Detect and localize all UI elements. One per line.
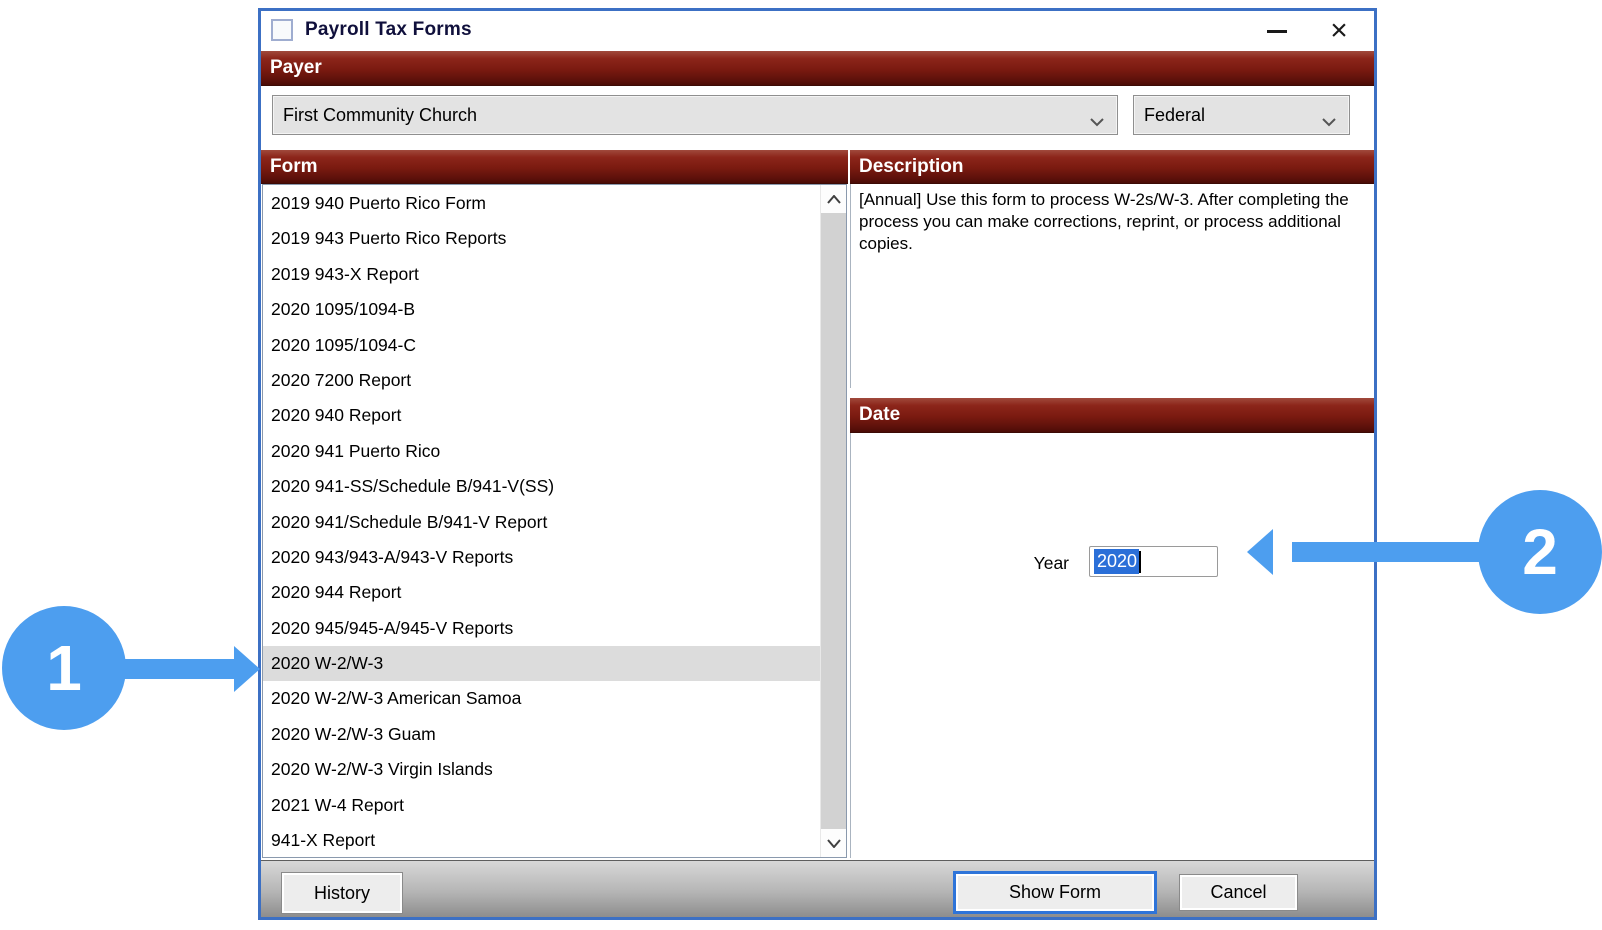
close-button[interactable]: × (1313, 11, 1365, 51)
form-list-item[interactable]: 2019 940 Puerto Rico Form (263, 186, 820, 221)
cancel-button-label: Cancel (1210, 882, 1266, 903)
form-list-item[interactable]: 2020 W-2/W-3 Virgin Islands (263, 752, 820, 787)
annotation-1-number: 1 (46, 631, 82, 705)
show-form-button[interactable]: Show Form (953, 871, 1157, 914)
annotation-2-arrowhead-icon (1247, 529, 1273, 575)
year-label: Year (1019, 553, 1069, 574)
form-list-item[interactable]: 2020 945/945-A/945-V Reports (263, 611, 820, 646)
cancel-button[interactable]: Cancel (1179, 874, 1298, 911)
form-list-item[interactable]: 2020 1095/1094-C (263, 328, 820, 363)
form-list-item[interactable]: 2020 943/943-A/943-V Reports (263, 540, 820, 575)
scroll-down-button[interactable] (821, 829, 846, 857)
annotation-2-arrow (1292, 542, 1482, 562)
history-button-label: History (314, 883, 370, 904)
form-list-item[interactable]: 2020 1095/1094-B (263, 292, 820, 327)
window-title: Payroll Tax Forms (305, 19, 472, 41)
scroll-up-button[interactable] (821, 185, 846, 213)
history-button[interactable]: History (281, 872, 403, 914)
title-bar: Payroll Tax Forms × (261, 11, 1374, 51)
form-list-item[interactable]: 2020 7200 Report (263, 363, 820, 398)
form-list-item[interactable]: 2020 941/Schedule B/941-V Report (263, 505, 820, 540)
annotation-1-badge: 1 (2, 606, 126, 730)
form-list-item[interactable]: 2020 W-2/W-3 American Samoa (263, 681, 820, 716)
form-list-item-selected[interactable]: 2020 W-2/W-3 (263, 646, 820, 681)
year-input-selected-text: 2020 (1094, 549, 1139, 574)
form-list-item[interactable]: 2019 943 Puerto Rico Reports (263, 221, 820, 256)
year-input[interactable]: 2020 (1089, 546, 1218, 577)
form-list-item[interactable]: 2020 941-SS/Schedule B/941-V(SS) (263, 469, 820, 504)
form-list-scrollbar[interactable] (820, 185, 846, 857)
description-section-header: Description (850, 150, 1374, 184)
scrollbar-track[interactable] (821, 213, 846, 829)
app-window-icon (271, 19, 293, 41)
chevron-down-icon (1321, 111, 1337, 132)
minimize-button[interactable] (1251, 11, 1303, 51)
annotation-2-badge: 2 (1478, 490, 1602, 614)
description-text: [Annual] Use this form to process W-2s/W… (850, 184, 1374, 388)
annotation-1-arrow (118, 659, 238, 679)
form-list-item[interactable]: 2020 941 Puerto Rico (263, 434, 820, 469)
form-list-item[interactable]: 941-X Report (263, 823, 820, 858)
form-list-item[interactable]: 2020 W-2/W-3 Guam (263, 717, 820, 752)
date-section-header: Date (850, 398, 1374, 433)
minimize-icon (1267, 30, 1287, 33)
annotation-2-number: 2 (1522, 515, 1558, 589)
jurisdiction-select-value: Federal (1144, 105, 1205, 126)
payer-select[interactable]: First Community Church (272, 95, 1118, 135)
form-list-item[interactable]: 2020 944 Report (263, 575, 820, 610)
form-list[interactable]: 2019 940 Puerto Rico Form2019 943 Puerto… (262, 184, 847, 858)
payer-section-header: Payer (261, 51, 1374, 86)
chevron-down-icon (827, 839, 841, 848)
footer-bar: History Show Form Cancel (261, 860, 1374, 917)
form-section-header: Form (261, 150, 848, 184)
jurisdiction-select[interactable]: Federal (1133, 95, 1350, 135)
form-list-item[interactable]: 2020 940 Report (263, 398, 820, 433)
annotation-1-arrowhead-icon (234, 646, 260, 692)
payroll-tax-forms-dialog: Payroll Tax Forms × Payer First Communit… (258, 8, 1377, 920)
form-list-item[interactable]: 2019 943-X Report (263, 257, 820, 292)
form-list-item[interactable]: 2021 W-4 Report (263, 788, 820, 823)
form-list-items: 2019 940 Puerto Rico Form2019 943 Puerto… (263, 186, 820, 858)
chevron-up-icon (827, 195, 841, 204)
chevron-down-icon (1089, 111, 1105, 132)
date-panel: Year 2020 (850, 433, 1374, 858)
payer-select-value: First Community Church (283, 105, 477, 126)
text-caret (1139, 551, 1141, 573)
show-form-button-label: Show Form (1009, 882, 1101, 903)
close-icon: × (1330, 16, 1348, 46)
